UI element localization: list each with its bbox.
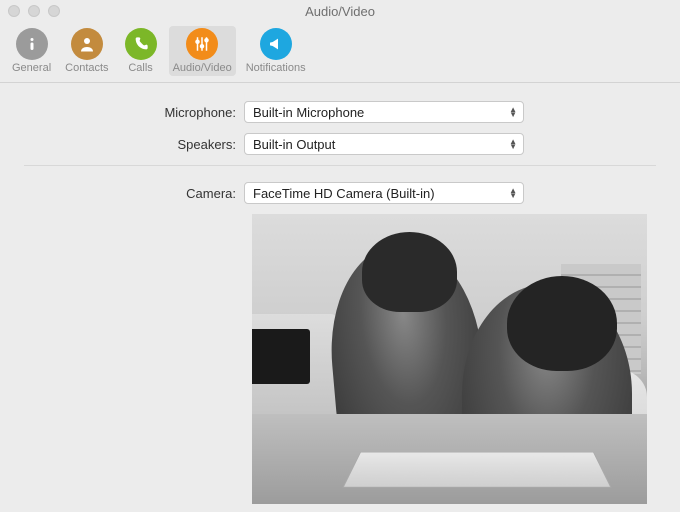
microphone-row: Microphone: Built-in Microphone ▲▼ [24, 101, 656, 123]
microphone-value: Built-in Microphone [253, 105, 509, 120]
zoom-window-button[interactable] [48, 5, 60, 17]
toolbar-tab-label: Audio/Video [173, 62, 232, 74]
toolbar-tab-calls[interactable]: Calls [119, 26, 163, 76]
chevron-up-down-icon: ▲▼ [509, 139, 517, 149]
camera-select[interactable]: FaceTime HD Camera (Built-in) ▲▼ [244, 182, 524, 204]
toolbar-tab-audio-video[interactable]: Audio/Video [169, 26, 236, 76]
toolbar-tab-notifications[interactable]: Notifications [242, 26, 310, 76]
window-controls [8, 5, 60, 17]
camera-preview-container [24, 214, 656, 504]
content-area: Microphone: Built-in Microphone ▲▼ Speak… [0, 83, 680, 512]
camera-row: Camera: FaceTime HD Camera (Built-in) ▲▼ [24, 182, 656, 204]
toolbar-tab-label: Contacts [65, 62, 108, 74]
chevron-up-down-icon: ▲▼ [509, 107, 517, 117]
titlebar: Audio/Video [0, 0, 680, 22]
section-divider [24, 165, 656, 166]
speakers-value: Built-in Output [253, 137, 509, 152]
camera-label: Camera: [24, 186, 244, 201]
info-icon [16, 28, 48, 60]
speakers-label: Speakers: [24, 137, 244, 152]
window-title: Audio/Video [0, 4, 680, 19]
toolbar-tab-label: General [12, 62, 51, 74]
sliders-icon [186, 28, 218, 60]
megaphone-icon [260, 28, 292, 60]
camera-value: FaceTime HD Camera (Built-in) [253, 186, 509, 201]
minimize-window-button[interactable] [28, 5, 40, 17]
toolbar-tab-general[interactable]: General [8, 26, 55, 76]
chevron-up-down-icon: ▲▼ [509, 188, 517, 198]
speakers-select[interactable]: Built-in Output ▲▼ [244, 133, 524, 155]
toolbar-tab-contacts[interactable]: Contacts [61, 26, 112, 76]
close-window-button[interactable] [8, 5, 20, 17]
camera-preview [252, 214, 647, 504]
preferences-toolbar: General Contacts Calls Audio/Video Notif… [0, 22, 680, 83]
toolbar-tab-label: Notifications [246, 62, 306, 74]
contacts-icon [71, 28, 103, 60]
microphone-select[interactable]: Built-in Microphone ▲▼ [244, 101, 524, 123]
speakers-row: Speakers: Built-in Output ▲▼ [24, 133, 656, 155]
phone-icon [125, 28, 157, 60]
microphone-label: Microphone: [24, 105, 244, 120]
toolbar-tab-label: Calls [128, 62, 152, 74]
